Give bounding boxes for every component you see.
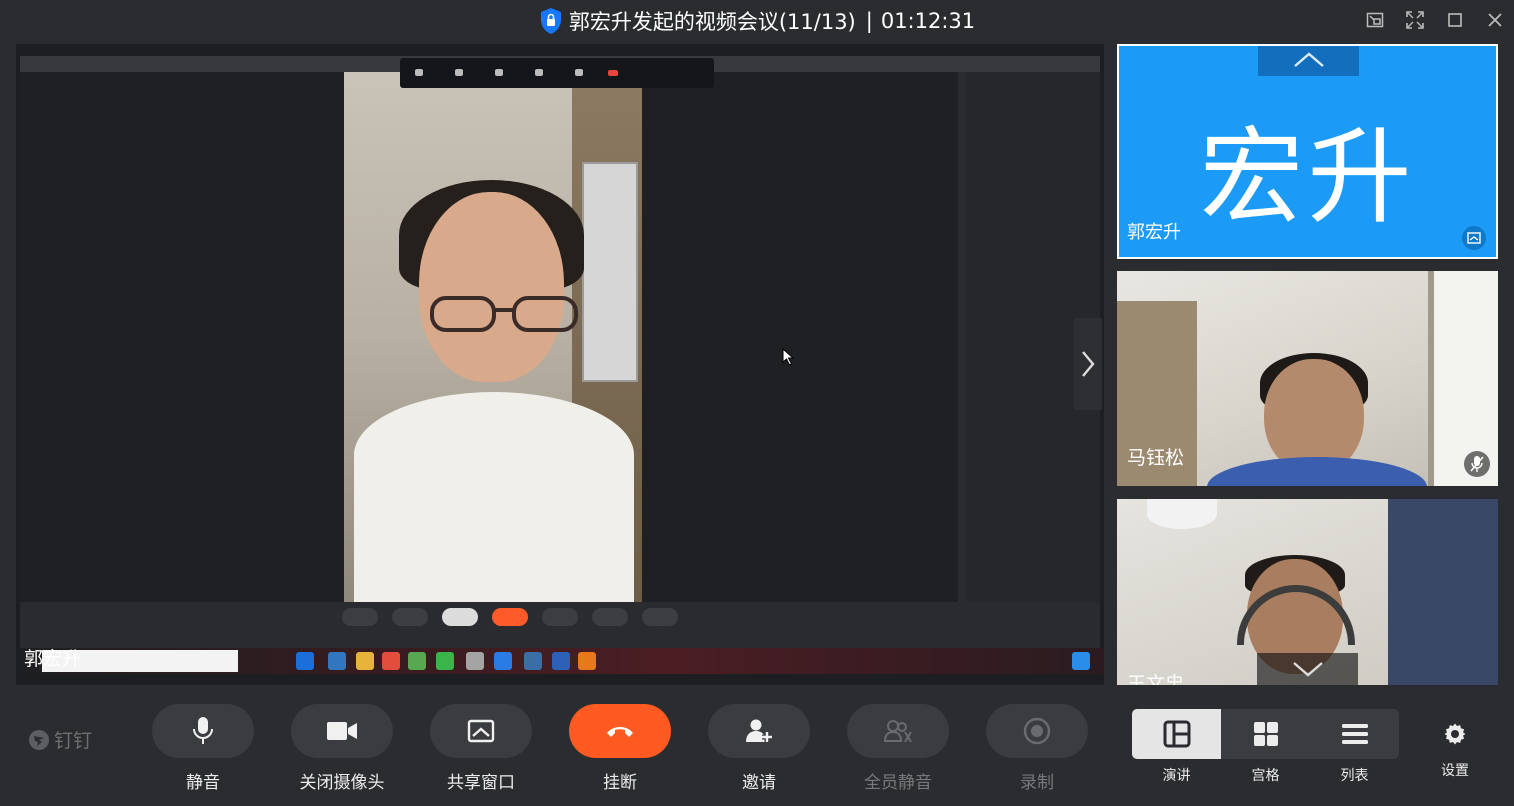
dingtalk-logo: 钉钉	[28, 726, 92, 753]
participant-tile[interactable]: 马钰松	[1117, 271, 1498, 486]
invite-label: 邀请	[742, 773, 776, 793]
microphone-icon	[193, 717, 213, 744]
hang-up-label: 挂断	[603, 773, 637, 793]
participant-name: 郭宏升	[1127, 222, 1181, 243]
window-controls	[1366, 10, 1504, 30]
settings-button[interactable]: 设置	[1433, 722, 1477, 780]
mute-label: 静音	[186, 773, 220, 793]
meeting-duration: 01:12:31	[880, 9, 976, 33]
collapse-tiles-button[interactable]	[1258, 46, 1359, 76]
gear-icon	[1444, 723, 1466, 745]
main-speaker-name: 郭宏升	[24, 648, 82, 670]
main-video-stage[interactable]: 郭宏升	[16, 44, 1104, 685]
grid-layout-icon	[1253, 722, 1278, 746]
mute-all-button[interactable]: 全员静音	[847, 704, 949, 793]
camera-off-label: 关闭摄像头	[299, 773, 385, 793]
picture-in-picture-icon[interactable]	[1366, 10, 1384, 30]
title-separator: |	[865, 9, 873, 33]
record-icon	[1023, 717, 1051, 745]
brand-name: 钉钉	[54, 730, 93, 752]
mic-muted-icon	[1464, 451, 1490, 477]
participant-name: 马钰松	[1127, 447, 1185, 469]
share-window-icon	[467, 719, 495, 743]
shared-screen-content	[20, 56, 1100, 648]
layout-switcher: 演讲 宫格 列表	[1132, 709, 1399, 785]
chevron-up-icon	[1293, 52, 1324, 67]
shared-screen-speaker-video	[344, 72, 642, 602]
chevron-right-icon	[1082, 351, 1095, 377]
expand-tiles-button[interactable]	[1257, 653, 1358, 685]
layout-list-button[interactable]: 列表	[1310, 709, 1399, 785]
speaker-layout-icon	[1163, 720, 1190, 748]
settings-label: 设置	[1441, 763, 1469, 779]
shared-screen-taskbar	[16, 648, 1104, 674]
next-page-arrow[interactable]	[1074, 318, 1102, 410]
dingtalk-icon	[29, 729, 49, 750]
title-bar: 郭宏升发起的视频会议(11/13) | 01:12:31	[0, 0, 1514, 44]
participant-tile-host[interactable]: 宏升 郭宏升	[1117, 44, 1498, 259]
list-layout-icon	[1341, 724, 1368, 744]
shared-screen-end-badge	[608, 70, 618, 76]
camera-icon	[327, 722, 357, 740]
participant-name: 王文忠	[1127, 673, 1185, 685]
mouse-cursor-icon	[782, 348, 795, 366]
mute-button[interactable]: 静音	[152, 704, 254, 793]
mute-all-icon	[883, 720, 912, 743]
close-icon[interactable]	[1486, 10, 1504, 30]
layout-grid-button[interactable]: 宫格	[1221, 709, 1310, 785]
mute-all-label: 全员静音	[864, 773, 932, 793]
screen-share-badge-icon	[1462, 226, 1486, 250]
meeting-title: 郭宏升发起的视频会议(11/13)	[568, 10, 856, 34]
layout-speaker-button[interactable]: 演讲	[1132, 709, 1221, 785]
camera-off-button[interactable]: 关闭摄像头	[291, 704, 393, 793]
chevron-down-icon	[1292, 662, 1323, 677]
invite-button[interactable]: 邀请	[708, 704, 810, 793]
share-window-label: 共享窗口	[447, 773, 515, 793]
meeting-toolbar: 钉钉 静音 关闭摄像头 共享窗口 挂断 邀请 全员静音 录制 演讲 宫格 列表 …	[0, 692, 1514, 806]
share-window-button[interactable]: 共享窗口	[430, 704, 532, 793]
fullscreen-icon[interactable]	[1406, 10, 1424, 30]
meeting-window: 郭宏升发起的视频会议(11/13) | 01:12:31 郭宏升 宏升 郭宏升 …	[0, 0, 1514, 806]
record-button[interactable]: 录制	[986, 704, 1088, 793]
hang-up-button[interactable]: 挂断	[569, 704, 671, 793]
phone-hangup-icon	[607, 727, 633, 737]
add-user-icon	[746, 719, 772, 742]
maximize-icon[interactable]	[1446, 10, 1464, 30]
shared-screen-control-strip	[400, 58, 714, 88]
shield-lock-icon	[540, 8, 561, 34]
layout-speaker-label: 演讲	[1162, 768, 1191, 784]
layout-list-label: 列表	[1340, 768, 1369, 784]
shared-screen-toolbar	[20, 602, 1100, 648]
title-group: 郭宏升发起的视频会议(11/13) | 01:12:31	[0, 6, 1514, 36]
record-label: 录制	[1020, 773, 1054, 793]
layout-grid-label: 宫格	[1251, 768, 1280, 784]
participant-tile[interactable]: 王文忠	[1117, 499, 1498, 685]
